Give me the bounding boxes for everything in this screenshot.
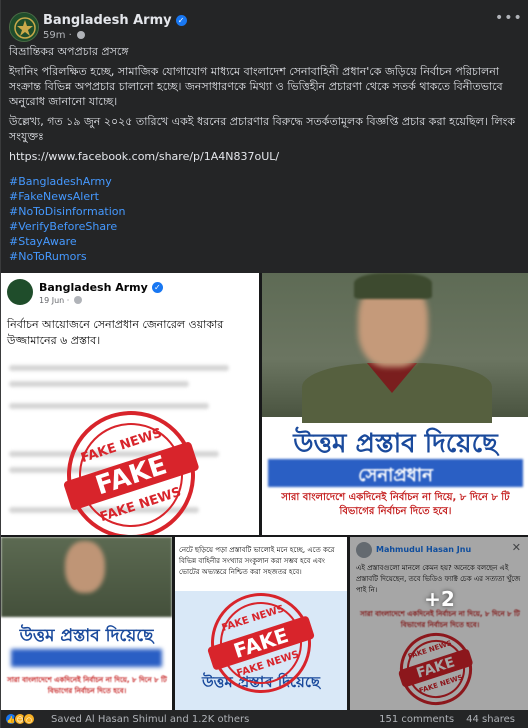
hashtag[interactable]: #BangladeshArmy: [9, 174, 521, 189]
screenshot-date: 19 Jun ·: [39, 296, 82, 305]
red-claim-text: সারা বাংলাদেশে একদিনেই নির্বাচন না দিয়ে…: [7, 676, 167, 695]
post-footer: 👍☺ ○ Saved Al Hasan Shimul and 1.2K other…: [1, 712, 528, 728]
hashtag[interactable]: #NoToRumors: [9, 249, 521, 264]
officer-cap: [354, 273, 432, 299]
comments-count[interactable]: 151 comments: [379, 714, 454, 725]
media-grid: Bangladesh Army ✓ 19 Jun · নির্বাচন আয়োজ…: [1, 273, 528, 710]
blurred-line: [9, 365, 229, 371]
media-tile-officer-small[interactable]: উত্তম প্রস্তাব দিয়েছে সারা বাংলাদেশে এক…: [1, 537, 172, 710]
post-link[interactable]: https://www.facebook.com/share/p/1A4N837…: [9, 149, 521, 164]
post-meta: 59m ·: [43, 30, 86, 41]
shares-count[interactable]: 44 shares: [466, 714, 515, 725]
tile-text: নেটে ছড়িয়ে পড়া প্রস্তাবটি ভালোই মনে হ…: [179, 546, 335, 576]
page-name[interactable]: Bangladesh Army ✓: [43, 13, 187, 28]
hashtag[interactable]: #VerifyBeforeShare: [9, 219, 521, 234]
hashtag[interactable]: #FakeNewsAlert: [9, 189, 521, 204]
red-claim-text: সারা বাংলাদেশে একদিনেই নির্বাচন না দিয়ে…: [281, 492, 510, 517]
page-name-text[interactable]: Bangladesh Army: [43, 13, 172, 28]
wow-reaction-icon: ○: [23, 713, 35, 725]
subheadline-text: সেনাপ্রধান: [358, 465, 433, 486]
screenshot-text: নির্বাচন আয়োজনে সেনাপ্রধান জেনারেল ওয়া…: [7, 318, 224, 347]
more-options-icon[interactable]: •••: [495, 11, 522, 28]
media-tile-fake-card[interactable]: নেটে ছড়িয়ে পড়া প্রস্তাবটি ভালোই মনে হ…: [175, 537, 347, 710]
headline-text: উত্তম প্রস্তাব দিয়েছে: [19, 626, 154, 646]
media-tile-headline[interactable]: উত্তম প্রস্তাব দিয়েছে সেনাপ্রধান সারা ব…: [262, 273, 528, 535]
media-tile-more[interactable]: Mahmudul Hasan Jnu ✕ এই প্রস্তাবগুলো মান…: [350, 537, 528, 710]
officer-photo: [262, 273, 528, 423]
hashtag[interactable]: #NoToDisinformation: [9, 204, 521, 219]
media-tile-screenshot[interactable]: Bangladesh Army ✓ 19 Jun · নির্বাচন আয়োজ…: [1, 273, 259, 535]
post-paragraph-1: ইদানিং পরিলক্ষিত হচ্ছে, সামাজিক যোগাযোগ …: [9, 65, 503, 108]
post-paragraph-2: উল্লেখ্য, গত ১৯ জুন ২০২৫ তারিখে একই ধরনে…: [9, 115, 516, 143]
post-card: Bangladesh Army ✓ 59m · ••• বিভ্রান্তিকর …: [0, 0, 528, 728]
more-count[interactable]: +2: [350, 587, 528, 611]
globe-icon: [73, 296, 82, 304]
verified-badge-icon: ✓: [151, 282, 163, 293]
globe-icon: [77, 31, 86, 39]
reacted-by-text[interactable]: Saved Al Hasan Shimul and 1.2K others: [51, 714, 249, 725]
hashtag[interactable]: #StayAware: [9, 234, 521, 249]
reaction-icons[interactable]: 👍☺ ○: [5, 713, 35, 725]
post-title: বিভ্রান্তিকর অপপ্রচার প্রসঙ্গে: [9, 45, 129, 58]
hashtag-list: #BangladeshArmy #FakeNewsAlert #NoToDisi…: [9, 174, 521, 264]
army-logo-icon: [10, 13, 38, 41]
verified-badge-icon: ✓: [175, 15, 187, 26]
fake-news-stamp: FAKE NEWS FAKE FAKE NEWS: [50, 394, 212, 535]
engagement-counts: 151 comments 44 shares: [367, 714, 515, 725]
post-header: Bangladesh Army ✓ 59m · •••: [7, 10, 522, 44]
blurred-line: [9, 381, 189, 387]
screenshot-avatar: [7, 279, 33, 305]
subheadline-band: [11, 649, 162, 667]
page-avatar[interactable]: [9, 12, 39, 42]
more-overlay: [350, 537, 528, 710]
screenshot-page-name: Bangladesh Army ✓: [39, 281, 163, 294]
officer-face: [65, 541, 105, 593]
post-text: বিভ্রান্তিকর অপপ্রচার প্রসঙ্গে ইদানিং পর…: [9, 44, 521, 264]
post-time[interactable]: 59m: [43, 30, 65, 41]
blurred-line: [9, 403, 209, 409]
